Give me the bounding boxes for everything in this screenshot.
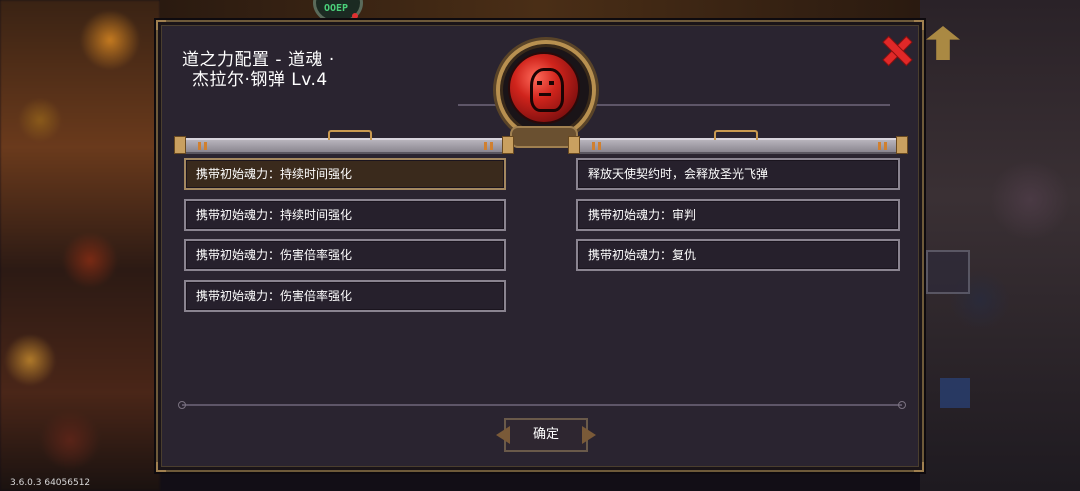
scroll-handle: [328, 130, 372, 140]
scroll-stripe: [878, 142, 881, 150]
left-entry-4[interactable]: 携带初始魂力：伤害倍率强化: [184, 280, 506, 312]
left-entry-1[interactable]: 携带初始魂力：持续时间强化: [184, 158, 506, 190]
corner-ornament: [914, 462, 924, 472]
close-button[interactable]: [883, 37, 911, 65]
background-left-scene: [0, 0, 160, 491]
scroll-stripe: [198, 142, 201, 150]
scroll-stripe: [884, 142, 887, 150]
emblem-decoration-line: [590, 104, 890, 106]
scroll-stripe: [484, 142, 487, 150]
wing-right-icon: [582, 426, 596, 444]
soul-emblem-icon: [496, 40, 596, 140]
right-entry-1[interactable]: 释放天使契约时，会释放圣光飞弹: [576, 158, 900, 190]
emblem-decoration-line: [458, 104, 498, 106]
confirm-label: 确定: [532, 427, 559, 442]
background-item-icon: [940, 378, 970, 408]
bottom-divider: [178, 401, 906, 409]
right-entry-3[interactable]: 携带初始魂力：复仇: [576, 239, 900, 271]
corner-ornament: [914, 20, 924, 30]
right-column-scroll-header: [568, 130, 908, 154]
scroll-cap: [568, 136, 580, 154]
corner-ornament: [156, 462, 166, 472]
right-entry-2[interactable]: 携带初始魂力：审判: [576, 199, 900, 231]
dialog-title-line1: 道之力配置 - 道魂 ·: [182, 50, 335, 70]
left-column-scroll-header: [174, 130, 514, 154]
emblem-gem: [508, 52, 580, 124]
scroll-cap: [896, 136, 908, 154]
version-label: 3.6.0.3 64056512: [10, 478, 91, 488]
scroll-stripe: [598, 142, 601, 150]
corner-ornament: [156, 20, 166, 30]
wing-icon: [926, 250, 970, 294]
face-icon: [530, 68, 564, 112]
confirm-button[interactable]: 确定: [496, 418, 596, 452]
scroll-cap: [502, 136, 514, 154]
notification-dot-icon: [352, 13, 358, 19]
background-right-scene: [920, 0, 1080, 491]
dao-power-config-dialog: 道之力配置 - 道魂 · 杰拉尔·钢弹 Lv.4 携带初始魂力：持续时间强化 携…: [156, 20, 924, 472]
top-badge-text: OOEP: [324, 3, 349, 14]
scroll-stripe: [490, 142, 493, 150]
dialog-title: 道之力配置 - 道魂 · 杰拉尔·钢弹 Lv.4: [182, 50, 442, 90]
left-entry-3[interactable]: 携带初始魂力：伤害倍率强化: [184, 239, 506, 271]
left-entry-2[interactable]: 携带初始魂力：持续时间强化: [184, 199, 506, 231]
scroll-handle: [714, 130, 758, 140]
scroll-cap: [174, 136, 186, 154]
scroll-stripe: [592, 142, 595, 150]
wing-left-icon: [496, 426, 510, 444]
dialog-title-line2: 杰拉尔·钢弹 Lv.4: [192, 70, 328, 90]
scroll-stripe: [204, 142, 207, 150]
